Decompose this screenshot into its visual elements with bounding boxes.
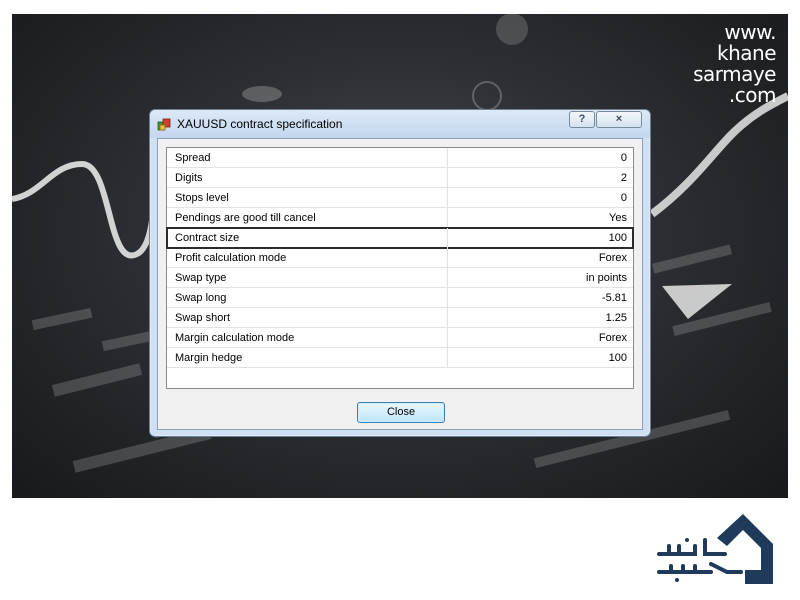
row-value: Yes — [609, 212, 627, 224]
row-value: Forex — [598, 332, 627, 344]
table-row[interactable]: Swap short 1.25 — [167, 308, 633, 328]
row-name: Stops level — [175, 192, 229, 204]
table-row[interactable]: Pendings are good till cancel Yes — [167, 208, 633, 228]
dialog-titlebar[interactable]: XAUUSD contract specification ? × — [150, 110, 650, 138]
column-divider — [447, 288, 448, 308]
column-divider — [447, 188, 448, 208]
row-value: -5.81 — [601, 292, 627, 304]
table-row[interactable]: Swap long -5.81 — [167, 288, 633, 308]
row-value: 0 — [620, 192, 627, 204]
watermark-line-4: .com — [728, 83, 777, 107]
row-name: Contract size — [175, 232, 240, 244]
dialog-client-area: Spread 0 Digits 2 Stops level 0 Pendings… — [157, 138, 643, 430]
watermark-line-3: sarmaye — [693, 62, 776, 86]
table-row[interactable]: Stops level 0 — [167, 188, 633, 208]
table-row[interactable]: Margin calculation mode Forex — [167, 328, 633, 348]
table-row-selected[interactable]: Contract size 100 — [166, 227, 634, 249]
column-divider — [447, 268, 448, 288]
watermark-line-2: khane — [717, 41, 777, 65]
help-button[interactable]: ? — [569, 111, 595, 128]
site-watermark: www. khane sarmaye .com — [686, 22, 776, 106]
row-value: 100 — [608, 232, 627, 244]
terminal-app-icon — [157, 118, 171, 131]
row-name: Digits — [175, 172, 203, 184]
row-name: Profit calculation mode — [175, 252, 287, 264]
table-row[interactable]: Margin hedge 100 — [167, 348, 633, 368]
column-divider — [447, 168, 448, 188]
row-name: Margin calculation mode — [175, 332, 295, 344]
row-name: Swap type — [175, 272, 227, 284]
row-name: Swap long — [175, 292, 227, 304]
table-row[interactable]: Digits 2 — [167, 168, 633, 188]
watermark-line-1: www. — [724, 20, 776, 44]
row-value: in points — [586, 272, 627, 284]
khane-sarmaye-logo — [657, 514, 773, 584]
column-divider — [447, 308, 448, 328]
column-divider — [447, 228, 448, 248]
column-divider — [447, 148, 448, 168]
dialog-title: XAUUSD contract specification — [177, 117, 343, 131]
row-value: 100 — [608, 352, 627, 364]
row-name: Spread — [175, 152, 211, 164]
row-name: Swap short — [175, 312, 231, 324]
column-divider — [447, 328, 448, 348]
row-value: Forex — [598, 252, 627, 264]
table-row[interactable]: Spread 0 — [167, 148, 633, 168]
column-divider — [447, 208, 448, 228]
row-name: Pendings are good till cancel — [175, 212, 316, 224]
close-button[interactable]: Close — [357, 402, 445, 423]
row-value: 2 — [620, 172, 627, 184]
column-divider — [447, 348, 448, 368]
column-divider — [447, 248, 448, 268]
contract-spec-dialog: XAUUSD contract specification ? × Spread… — [149, 109, 651, 437]
row-value: 0 — [620, 152, 627, 164]
spec-table: Spread 0 Digits 2 Stops level 0 Pendings… — [166, 147, 634, 389]
table-row[interactable]: Swap type in points — [167, 268, 633, 288]
row-value: 1.25 — [605, 312, 627, 324]
window-close-button[interactable]: × — [596, 111, 642, 128]
table-row[interactable]: Profit calculation mode Forex — [167, 248, 633, 268]
row-name: Margin hedge — [175, 352, 243, 364]
